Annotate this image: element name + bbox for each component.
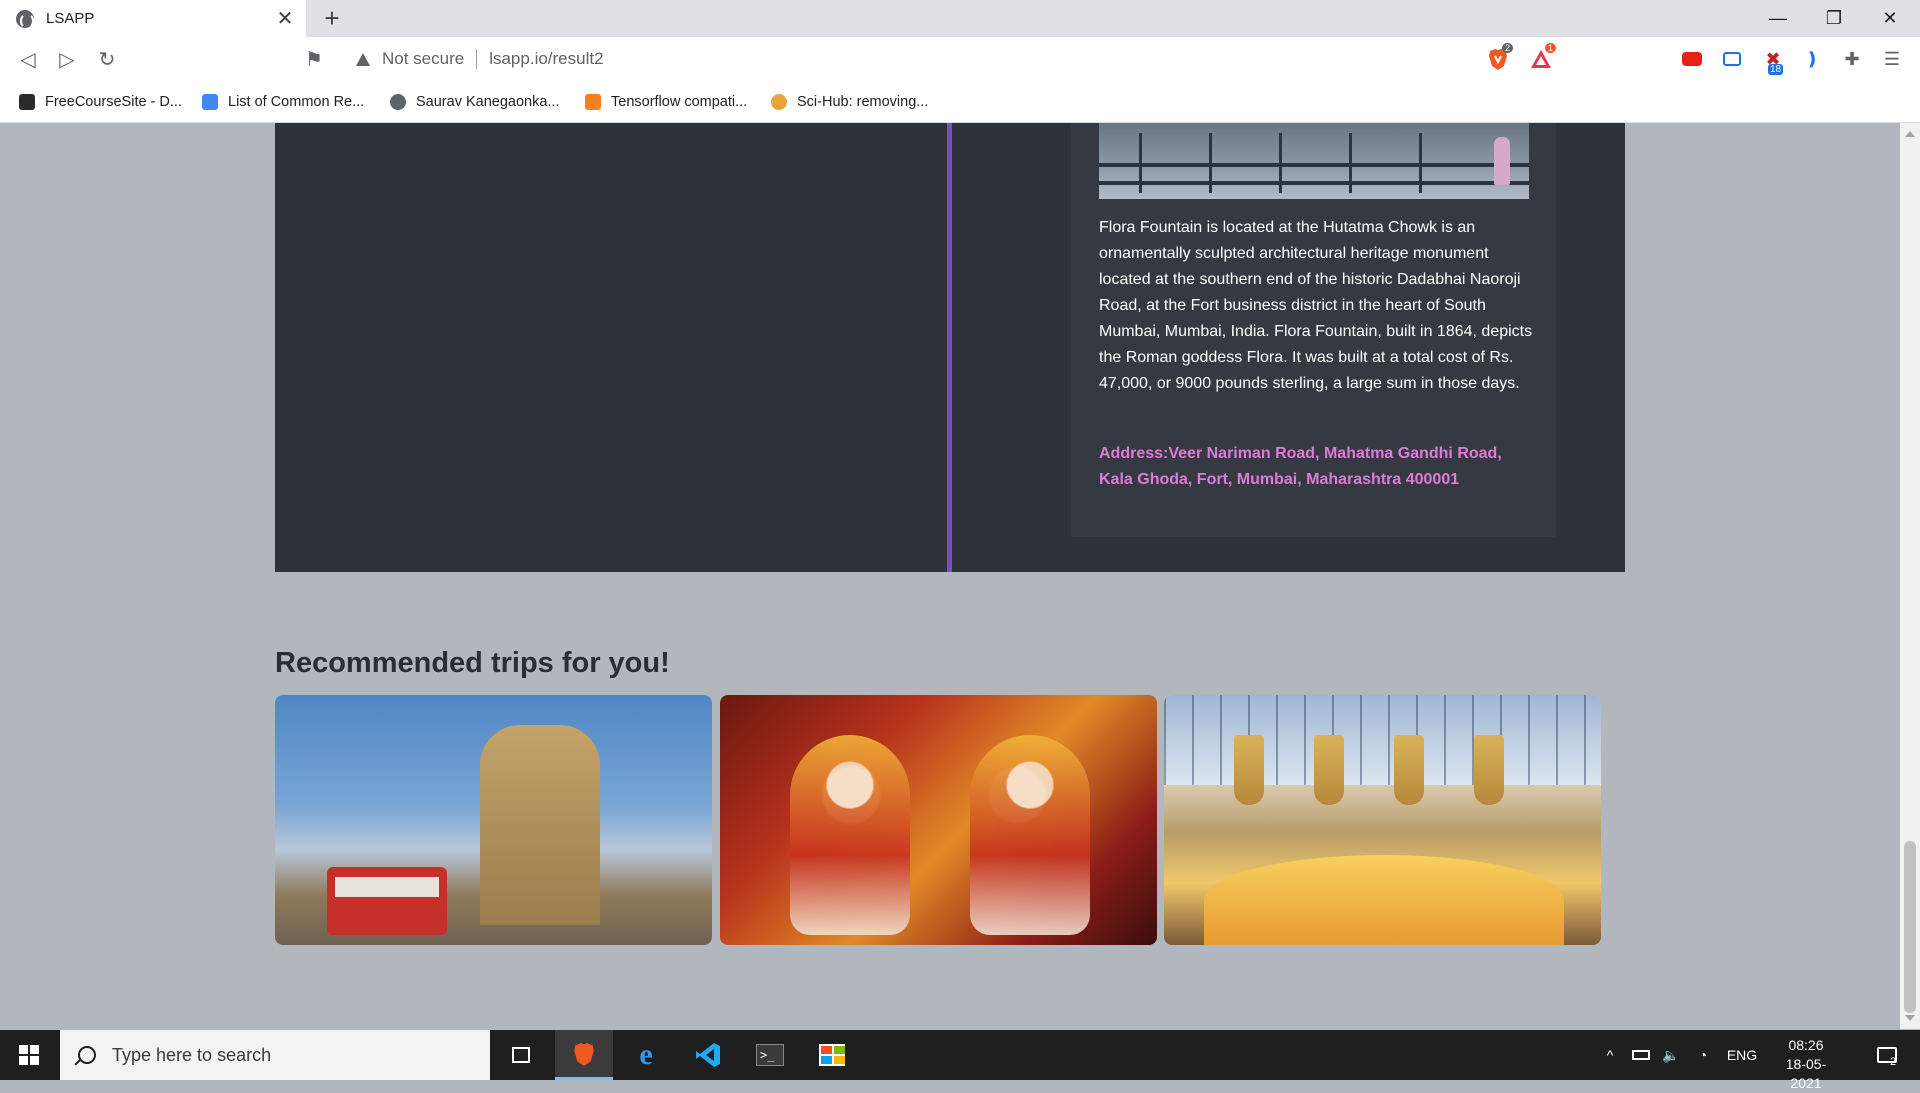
mall-floor-image: [1204, 855, 1564, 945]
youtube-extension-icon[interactable]: [1680, 47, 1704, 71]
recommended-trip-card[interactable]: [275, 695, 712, 945]
task-view-icon[interactable]: [492, 1030, 550, 1080]
restore-icon[interactable]: ❐: [1806, 0, 1862, 37]
scihub-icon: [771, 94, 787, 110]
extension-badge: 18: [1768, 64, 1784, 75]
scroll-up-icon[interactable]: [1905, 131, 1915, 137]
bookmark-saurav[interactable]: Saurav Kanegaonka...: [390, 90, 560, 114]
tab-title: LSAPP: [46, 10, 95, 27]
reload-icon[interactable]: ↻: [93, 45, 121, 73]
taskbar-search[interactable]: Type here to search: [60, 1030, 490, 1080]
bmc-building-image: [480, 725, 600, 925]
bookmark-label: Sci-Hub: removing...: [797, 94, 929, 110]
google-docs-icon: [202, 94, 218, 110]
address-bar[interactable]: Not secure lsapp.io/result2: [340, 42, 1565, 76]
back-icon[interactable]: ◁: [14, 45, 42, 73]
wifi-icon[interactable]: ◔: [1690, 1030, 1716, 1080]
recommended-trip-card[interactable]: [1164, 695, 1601, 945]
browser-toolbar: ◁ ▷ ↻ ⚑ Not secure lsapp.io/result2 2 1 …: [0, 37, 1920, 81]
vscode-icon[interactable]: [679, 1030, 737, 1080]
notification-count: 2: [1890, 1056, 1897, 1068]
place-address: Address:Veer Nariman Road, Mahatma Gandh…: [1099, 445, 1502, 488]
close-window-icon[interactable]: ✕: [1862, 0, 1918, 37]
url-text[interactable]: lsapp.io/result2: [489, 49, 1565, 69]
bookmark-icon[interactable]: ⚑: [300, 45, 328, 73]
brave-shields-badge: 2: [1502, 43, 1514, 53]
show-hidden-icons-icon[interactable]: ^: [1598, 1030, 1622, 1080]
bookmark-label: List of Common Re...: [228, 94, 365, 110]
new-tab-button[interactable]: +: [318, 3, 346, 33]
recommended-title: Recommended trips for you!: [275, 647, 670, 679]
clock-date: 18-05-2021: [1785, 1056, 1827, 1091]
start-button[interactable]: [0, 1030, 58, 1080]
scroll-thumb[interactable]: [1904, 841, 1916, 1013]
stackoverflow-icon: [585, 94, 601, 110]
search-placeholder: Type here to search: [112, 1044, 272, 1065]
brave-rewards-badge: 1: [1545, 43, 1557, 53]
store-icon[interactable]: [803, 1030, 861, 1080]
tab-lsapp[interactable]: LSAPP ✕: [0, 0, 306, 37]
flora-fountain-photo: [1099, 123, 1529, 199]
clock[interactable]: 08:26 18-05-2021: [1772, 1036, 1840, 1093]
security-status[interactable]: Not secure: [382, 49, 464, 69]
minimize-icon[interactable]: —: [1750, 0, 1806, 37]
bookmark-label: Tensorflow compati...: [611, 94, 748, 110]
timeline-divider: [947, 123, 952, 572]
extensions-puzzle-icon[interactable]: ✚: [1840, 47, 1864, 71]
bookmark-scihub[interactable]: Sci-Hub: removing...: [771, 90, 928, 114]
bookmarks-bar: FreeCourseSite - D... List of Common Re.…: [0, 81, 1920, 123]
bookmark-label: FreeCourseSite - D...: [45, 94, 182, 110]
internet-explorer-icon[interactable]: e: [617, 1030, 675, 1080]
mall-dome-image: [1164, 695, 1601, 785]
tab-bar: LSAPP ✕ + — ❐ ✕: [0, 0, 1920, 37]
recommended-trip-card[interactable]: [720, 695, 1157, 945]
windows-logo-icon: [19, 1045, 39, 1065]
bookmark-freecoursesite[interactable]: FreeCourseSite - D...: [19, 90, 182, 114]
bookmark-label: Saurav Kanegaonka...: [416, 94, 560, 110]
menu-icon[interactable]: ☰: [1880, 47, 1904, 71]
warning-icon: [356, 52, 370, 66]
page-scrollbar[interactable]: [1900, 123, 1920, 1029]
place-card: Flora Fountain is located at the Hutatma…: [1071, 123, 1556, 537]
bus-image: [327, 867, 447, 935]
bookmark-tensorflow[interactable]: Tensorflow compati...: [585, 90, 747, 114]
battery-icon[interactable]: [1628, 1030, 1654, 1080]
deity-image: [970, 735, 1090, 935]
read-aloud-extension-icon[interactable]: ❫: [1800, 47, 1824, 71]
screen-capture-extension-icon[interactable]: [1720, 47, 1744, 71]
web-page: Flora Fountain is located at the Hutatma…: [0, 123, 1900, 1029]
bookmark-list-of-common[interactable]: List of Common Re...: [202, 90, 364, 114]
forward-icon[interactable]: ▷: [53, 45, 81, 73]
notifications-icon[interactable]: 2: [1862, 1030, 1912, 1080]
scroll-down-icon[interactable]: [1905, 1015, 1915, 1021]
clock-time: 08:26: [1788, 1037, 1824, 1053]
close-tab-icon[interactable]: ✕: [274, 8, 296, 30]
brave-taskbar-icon[interactable]: [555, 1030, 613, 1080]
search-icon: [78, 1046, 96, 1064]
omnibox-divider: [476, 49, 478, 69]
volume-icon[interactable]: 🔈: [1658, 1030, 1684, 1080]
globe-icon: [16, 9, 34, 29]
taskbar: Type here to search e >_ ^ 🔈 ◔ ENG 08:26…: [0, 1030, 1920, 1091]
place-description: Flora Fountain is located at the Hutatma…: [1099, 219, 1533, 392]
deity-image: [790, 735, 910, 935]
detail-panel: Flora Fountain is located at the Hutatma…: [275, 123, 1625, 572]
globe-icon: [390, 94, 406, 110]
freecoursesite-icon: [19, 94, 35, 110]
terminal-icon[interactable]: >_: [741, 1030, 799, 1080]
language-indicator[interactable]: ENG: [1722, 1030, 1762, 1080]
